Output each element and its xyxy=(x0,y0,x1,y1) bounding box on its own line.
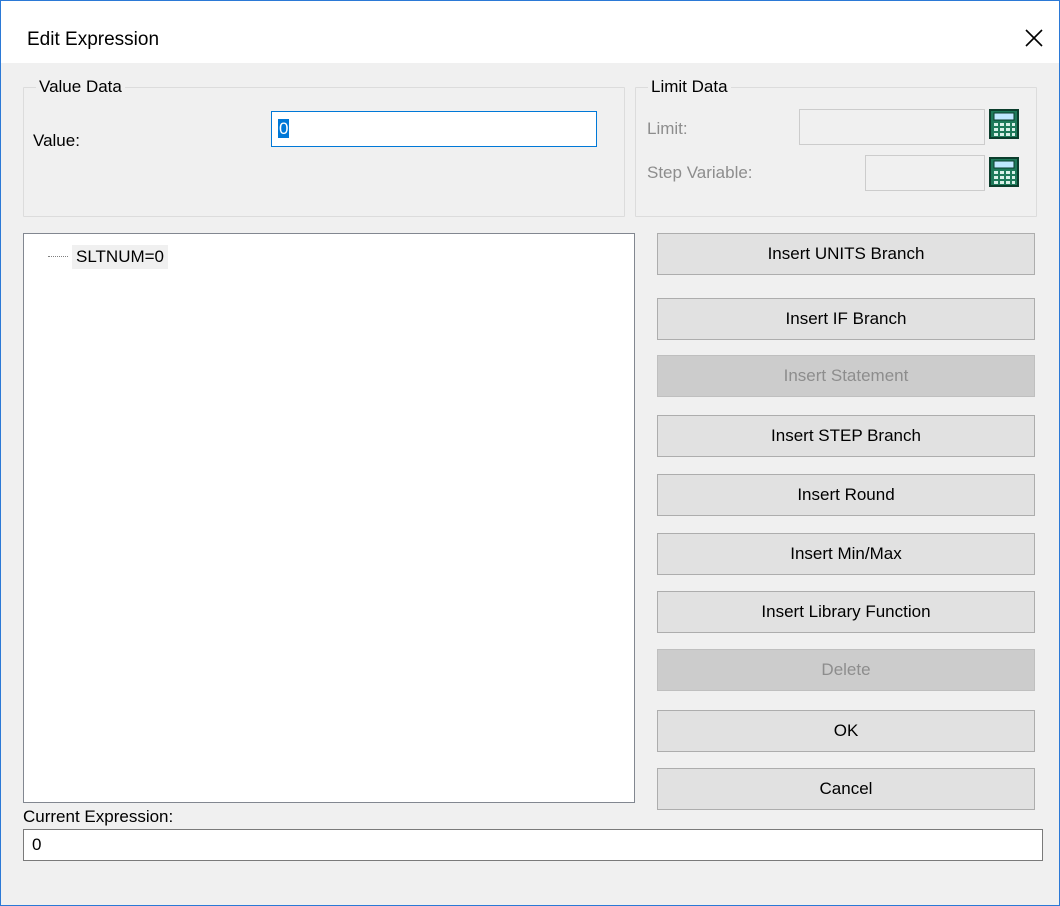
dialog-title: Edit Expression xyxy=(27,29,160,50)
value-input[interactable]: 0 xyxy=(271,111,597,147)
limit-label: Limit: xyxy=(647,119,688,138)
title-bar: Edit Expression xyxy=(1,1,1059,63)
step-variable-label: Step Variable: xyxy=(647,163,753,182)
calculator-icon xyxy=(989,157,1019,187)
insert-step-branch-button[interactable]: Insert STEP Branch xyxy=(657,415,1035,457)
insert-min-max-button[interactable]: Insert Min/Max xyxy=(657,533,1035,575)
limit-calculator-button[interactable] xyxy=(989,109,1019,139)
current-expression-field[interactable]: 0 xyxy=(23,829,1043,861)
tree-item[interactable]: SLTNUM=0 xyxy=(48,244,169,270)
close-button[interactable] xyxy=(1019,23,1049,53)
calculator-icon xyxy=(989,109,1019,139)
limit-data-legend: Limit Data xyxy=(648,77,731,97)
current-expression-label: Current Expression: xyxy=(23,807,174,826)
edit-expression-dialog: Edit Expression Value Data Value: 0 Limi… xyxy=(0,0,1060,906)
insert-library-function-button[interactable]: Insert Library Function xyxy=(657,591,1035,633)
value-data-group: Value Data xyxy=(23,77,625,217)
expression-tree[interactable]: SLTNUM=0 xyxy=(23,233,635,803)
close-icon xyxy=(1025,29,1043,47)
ok-button[interactable]: OK xyxy=(657,710,1035,752)
delete-button[interactable]: Delete xyxy=(657,649,1035,691)
step-calculator-button[interactable] xyxy=(989,157,1019,187)
tree-item-label: SLTNUM=0 xyxy=(72,245,169,269)
insert-if-branch-button[interactable]: Insert IF Branch xyxy=(657,298,1035,340)
limit-data-group: Limit Data xyxy=(635,77,1037,217)
step-variable-input[interactable] xyxy=(865,155,985,191)
cancel-button[interactable]: Cancel xyxy=(657,768,1035,810)
current-expression-text: 0 xyxy=(32,835,42,854)
value-data-legend: Value Data xyxy=(36,77,125,97)
insert-round-button[interactable]: Insert Round xyxy=(657,474,1035,516)
value-input-text: 0 xyxy=(278,119,290,138)
insert-statement-button[interactable]: Insert Statement xyxy=(657,355,1035,397)
tree-connector xyxy=(48,256,68,258)
insert-units-branch-button[interactable]: Insert UNITS Branch xyxy=(657,233,1035,275)
value-label: Value: xyxy=(33,131,80,150)
limit-input[interactable] xyxy=(799,109,985,145)
